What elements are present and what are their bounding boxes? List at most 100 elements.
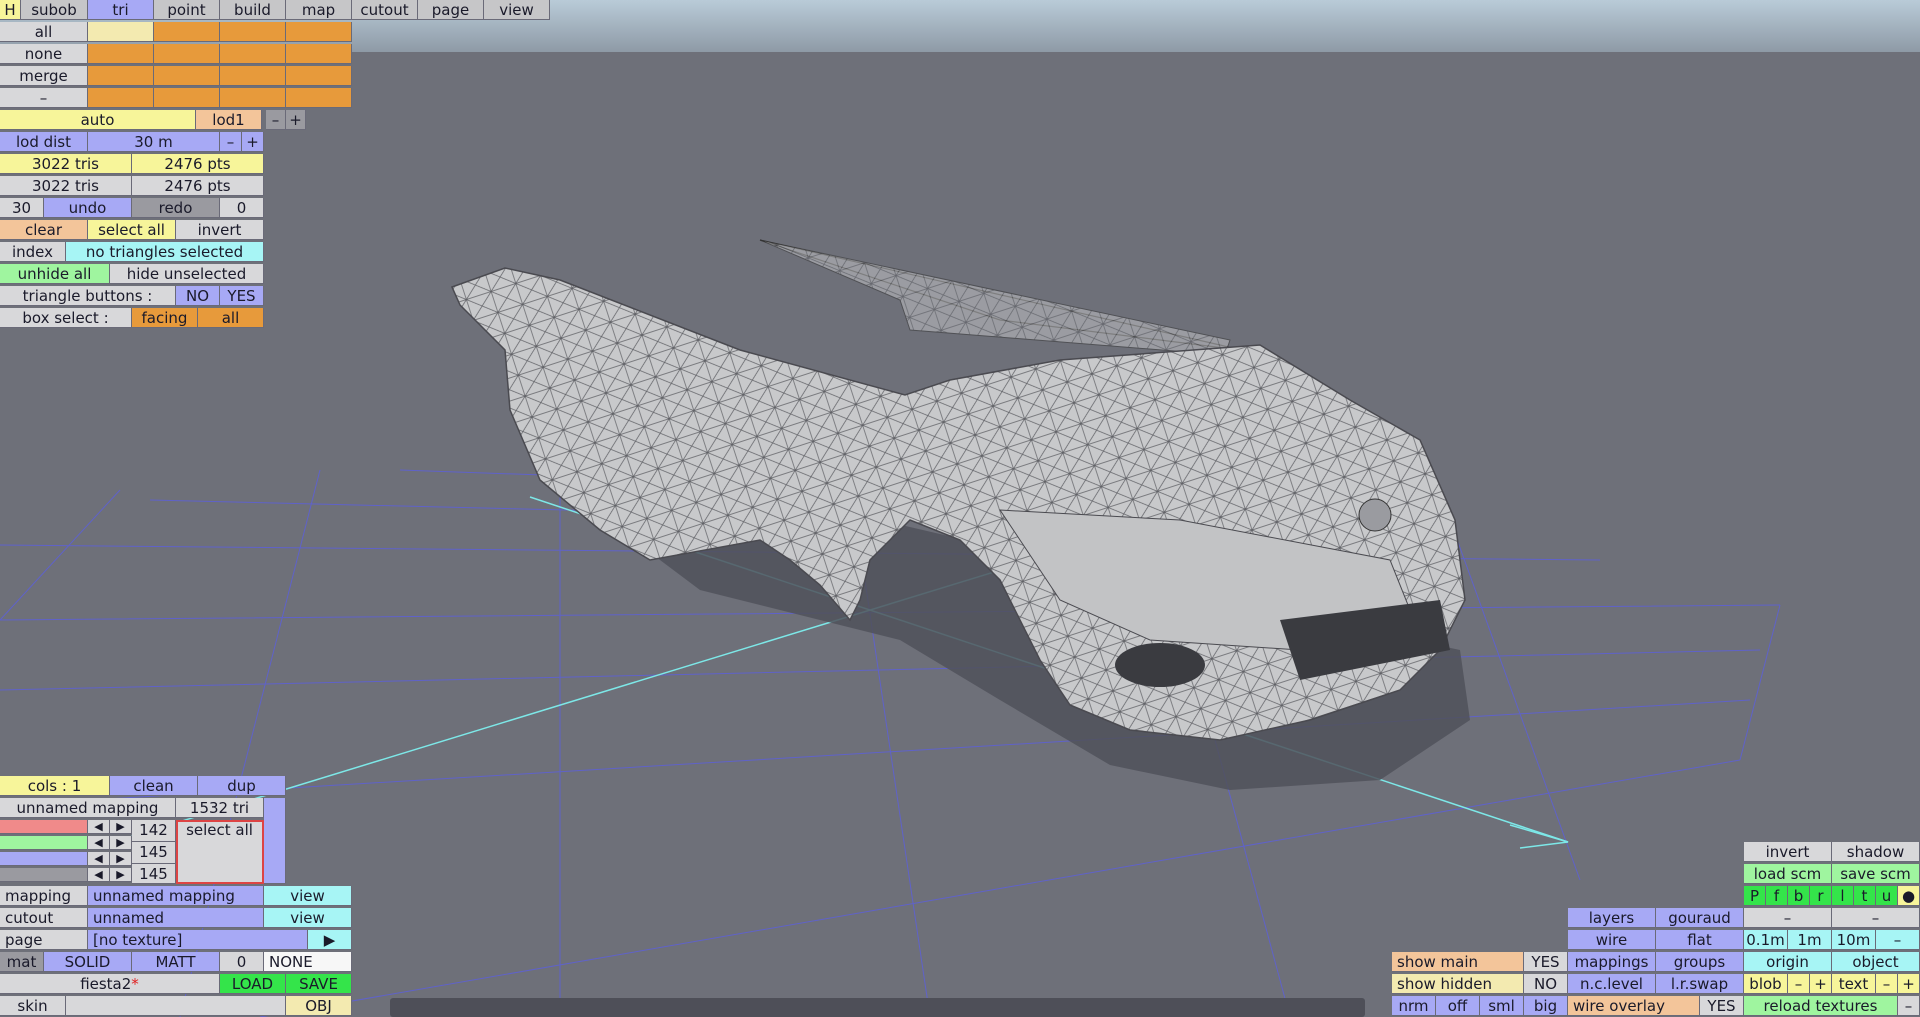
3d-viewport[interactable]	[0, 0, 1920, 1017]
blob-minus[interactable]: –	[1788, 974, 1810, 994]
sml-button[interactable]: sml	[1480, 996, 1524, 1016]
index-button[interactable]: index	[0, 242, 66, 262]
grid-minus-button[interactable]: –	[1876, 930, 1920, 950]
flag-l-button[interactable]: l	[1832, 886, 1854, 906]
lod-plus-button[interactable]: +	[286, 110, 306, 130]
invert-selection-button[interactable]: invert	[176, 220, 264, 240]
sel-cell[interactable]	[154, 88, 220, 108]
merge-row[interactable]: merge	[0, 66, 88, 86]
red-left-arrow[interactable]: ◀	[88, 820, 110, 834]
obj-button[interactable]: OBJ	[286, 996, 352, 1016]
clear-button[interactable]: clear	[0, 220, 88, 240]
alpha-channel-slider[interactable]	[0, 868, 88, 882]
flag-dot-button[interactable]: ●	[1898, 886, 1920, 906]
triangle-buttons-no[interactable]: NO	[176, 286, 220, 306]
show-hidden-button[interactable]: show hidden	[1392, 974, 1524, 994]
text-minus[interactable]: –	[1876, 974, 1898, 994]
green-right-arrow[interactable]: ▶	[110, 836, 132, 850]
lod-dist-plus[interactable]: +	[242, 132, 264, 152]
skin-field[interactable]	[66, 996, 286, 1016]
sel-cell[interactable]	[88, 44, 154, 64]
origin-button[interactable]: origin	[1744, 952, 1832, 972]
alpha-left-arrow[interactable]: ◀	[88, 868, 110, 882]
select-none-row[interactable]: none	[0, 44, 88, 64]
sel-cell[interactable]	[88, 88, 154, 108]
text-plus[interactable]: +	[1898, 974, 1920, 994]
select-all-row[interactable]: all	[0, 22, 88, 42]
red-channel-slider[interactable]	[0, 820, 88, 834]
mapping-value[interactable]: unnamed mapping	[88, 886, 264, 906]
flag-r-button[interactable]: r	[1810, 886, 1832, 906]
view-dash-1[interactable]: –	[1744, 908, 1832, 928]
sel-cell[interactable]	[154, 66, 220, 86]
big-button[interactable]: big	[1524, 996, 1568, 1016]
page-value[interactable]: [no texture]	[88, 930, 308, 950]
sel-cell[interactable]	[154, 44, 220, 64]
sel-cell[interactable]	[220, 22, 286, 42]
box-select-facing[interactable]: facing	[132, 308, 198, 328]
groups-button[interactable]: groups	[1656, 952, 1744, 972]
sel-cell[interactable]	[88, 66, 154, 86]
sel-cell[interactable]	[220, 66, 286, 86]
grid-10m-button[interactable]: 10m	[1832, 930, 1876, 950]
alpha-right-arrow[interactable]: ▶	[110, 868, 132, 882]
wire-overlay-yes[interactable]: YES	[1700, 996, 1744, 1016]
grid-0-1m-button[interactable]: 0.1m	[1744, 930, 1788, 950]
flag-t-button[interactable]: t	[1854, 886, 1876, 906]
h-toggle[interactable]: H	[0, 0, 21, 20]
view-dash-2[interactable]: –	[1832, 908, 1920, 928]
blue-left-arrow[interactable]: ◀	[88, 852, 110, 866]
show-main-yes[interactable]: YES	[1524, 952, 1568, 972]
green-channel-slider[interactable]	[0, 836, 88, 850]
reload-minus[interactable]: –	[1898, 996, 1920, 1016]
sel-cell[interactable]	[220, 88, 286, 108]
lod1-button[interactable]: lod1	[196, 110, 262, 130]
layers-button[interactable]: layers	[1568, 908, 1656, 928]
grid-1m-button[interactable]: 1m	[1788, 930, 1832, 950]
tab-map[interactable]: map	[286, 0, 352, 20]
lod-minus-button[interactable]: –	[266, 110, 286, 130]
lod-auto-button[interactable]: auto	[0, 110, 196, 130]
cutout-value[interactable]: unnamed	[88, 908, 264, 928]
show-hidden-no[interactable]: NO	[1524, 974, 1568, 994]
mat-solid-button[interactable]: SOLID	[44, 952, 132, 972]
flag-f-button[interactable]: f	[1766, 886, 1788, 906]
select-all-mapping-button[interactable]: select all	[176, 820, 264, 884]
wire-button[interactable]: wire	[1568, 930, 1656, 950]
mappings-button[interactable]: mappings	[1568, 952, 1656, 972]
sel-cell[interactable]	[286, 44, 352, 64]
lod-dist-value[interactable]: 30 m	[88, 132, 220, 152]
undo-button[interactable]: undo	[44, 198, 132, 218]
tab-point[interactable]: point	[154, 0, 220, 20]
mapping-view-button[interactable]: view	[264, 886, 352, 906]
mapping-scrollbar[interactable]	[264, 798, 286, 884]
cols-button[interactable]: cols : 1	[0, 776, 110, 796]
sel-cell[interactable]	[88, 22, 154, 42]
gouraud-button[interactable]: gouraud	[1656, 908, 1744, 928]
flag-P-button[interactable]: P	[1744, 886, 1766, 906]
load-button[interactable]: LOAD	[220, 974, 286, 994]
redo-button[interactable]: redo	[132, 198, 220, 218]
tab-page[interactable]: page	[418, 0, 484, 20]
reload-textures-button[interactable]: reload textures	[1744, 996, 1898, 1016]
hide-unselected-button[interactable]: hide unselected	[110, 264, 264, 284]
tab-subob[interactable]: subob	[21, 0, 88, 20]
sel-cell[interactable]	[286, 22, 352, 42]
select-all-button[interactable]: select all	[88, 220, 176, 240]
text-button[interactable]: text	[1832, 974, 1876, 994]
sel-cell[interactable]	[286, 88, 352, 108]
flag-b-button[interactable]: b	[1788, 886, 1810, 906]
page-play-button[interactable]: ▶	[308, 930, 352, 950]
blue-channel-slider[interactable]	[0, 852, 88, 866]
save-button[interactable]: SAVE	[286, 974, 352, 994]
shadow-button[interactable]: shadow	[1832, 842, 1920, 862]
sel-cell[interactable]	[154, 22, 220, 42]
tab-cutout[interactable]: cutout	[352, 0, 418, 20]
nc-level-button[interactable]: n.c.level	[1568, 974, 1656, 994]
blob-button[interactable]: blob	[1744, 974, 1788, 994]
red-right-arrow[interactable]: ▶	[110, 820, 132, 834]
cutout-view-button[interactable]: view	[264, 908, 352, 928]
view-invert-button[interactable]: invert	[1744, 842, 1832, 862]
box-select-all[interactable]: all	[198, 308, 264, 328]
dash-row[interactable]: –	[0, 88, 88, 108]
